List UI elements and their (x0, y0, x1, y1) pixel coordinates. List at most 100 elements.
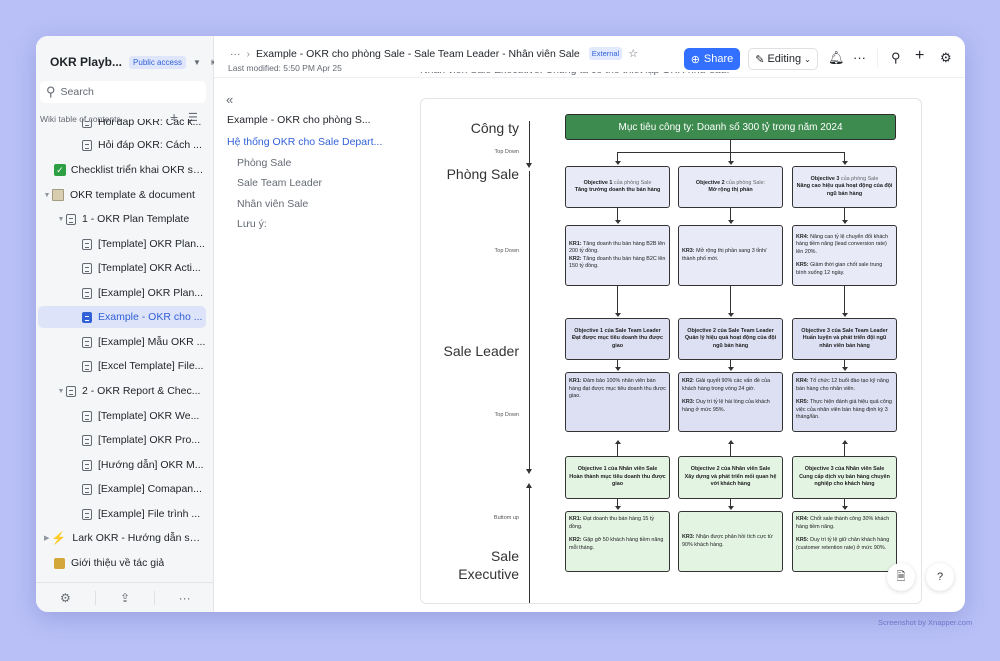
leader-objective-box: Objective 2 của Sale Team Leader Quản lý… (678, 318, 783, 360)
tree-item[interactable]: [Template] OKR Pro... (38, 429, 206, 451)
chevron-right-icon: › (246, 47, 251, 60)
doc-icon (82, 287, 92, 299)
leader-kr-box: KR1: Đảm bảo 100% nhân viên bán hàng đạt… (565, 372, 670, 432)
tree-item[interactable]: ✓ Checklist triển khai OKR sa... (38, 159, 206, 181)
share-label: Share (703, 53, 734, 65)
dept-objective-box: Objective 1 của phòng Sale Tăng trưởng d… (565, 166, 670, 208)
arrow-down-icon (842, 161, 848, 165)
chevron-down-icon[interactable]: ▼ (193, 58, 201, 67)
add-icon[interactable]: + (915, 47, 924, 65)
exec-kr-box: KR3: Nhận được phản hồi tích cực từ 90% … (678, 511, 783, 572)
tree-item[interactable]: [Example] File trình ... (38, 503, 206, 525)
divider (877, 49, 878, 67)
help-icon: ? (936, 571, 944, 583)
expand-arrow-icon[interactable]: ▼ (42, 192, 52, 199)
expand-arrow-icon[interactable]: ▼ (56, 388, 66, 395)
search-box[interactable]: ⚲ (40, 81, 206, 103)
outline-item[interactable]: Lưu ý: (237, 218, 267, 230)
tree-item[interactable]: ▼ 2 - OKR Report & Chec... (38, 380, 206, 402)
direction-line (529, 171, 531, 471)
direction-label: Buttom up (493, 515, 519, 521)
arrow-down-icon (728, 506, 734, 510)
doc-icon (82, 410, 92, 422)
app-window: OKR Playb... Public access ▼ ⇤ ⚲ Wiki ta… (36, 36, 965, 612)
sidebar-header: OKR Playb... Public access ▼ ⇤ (50, 52, 221, 72)
outline-item[interactable]: Example - OKR cho phòng S... (227, 114, 371, 126)
last-modified: Last modified: 5:50 PM Apr 25 (228, 63, 342, 73)
wiki-title[interactable]: OKR Playb... (50, 55, 122, 69)
search-icon: ⚲ (46, 84, 56, 99)
breadcrumb-more-icon[interactable]: ··· (230, 48, 241, 60)
share-button[interactable]: ⊕ Share (684, 48, 740, 70)
expand-arrow-icon[interactable]: ▶ (42, 534, 51, 542)
more-icon[interactable]: ··· (853, 50, 866, 65)
level-label-sale-dept: Phòng Sale (446, 166, 519, 182)
leader-objective-box: Objective 1 của Sale Team Leader Đạt đượ… (565, 318, 670, 360)
doc-icon (82, 434, 92, 446)
tree-item[interactable]: ▶ ⚡ Lark OKR - Hướng dẫn sử d... (38, 527, 206, 549)
tree-item[interactable]: Hỏi đáp OKR: Cách ... (38, 134, 206, 156)
search-icon[interactable]: ⚲ (891, 50, 901, 66)
doc-icon (82, 238, 92, 250)
lightning-icon: ⚡ (51, 531, 67, 545)
share-icon[interactable]: ⇪ (96, 591, 155, 605)
tree-item[interactable]: ▼ 1 - OKR Plan Template (38, 208, 206, 230)
tree-item[interactable]: [Template] OKR Acti... (38, 257, 206, 279)
settings-icon[interactable]: ⚙ (36, 591, 95, 605)
arrow-down-icon (842, 220, 848, 224)
outline-item[interactable]: Sale Team Leader (237, 177, 322, 189)
public-access-badge: Public access (129, 55, 186, 69)
direction-line (529, 121, 531, 165)
pen-icon: ✎ (755, 53, 765, 66)
direction-label: Top Down (494, 412, 519, 418)
outline-item[interactable]: Phòng Sale (237, 157, 291, 169)
arrow-down-icon (842, 367, 848, 371)
doc-icon (82, 360, 92, 372)
tree-item[interactable]: Giới thiệu về tác giả (38, 552, 206, 574)
dept-objective-box: Objective 2 của phòng Sale: Mở rộng thị … (678, 166, 783, 208)
tree-item[interactable]: [Example] OKR Plan... (38, 282, 206, 304)
tree-item[interactable]: [Excel Template] File... (38, 355, 206, 377)
tree-item[interactable]: Hỏi đáp OKR: Các k... (38, 119, 206, 133)
arrow-down-icon (615, 506, 621, 510)
tree-item[interactable]: [Template] OKR We... (38, 405, 206, 427)
more-icon[interactable]: ··· (155, 591, 214, 605)
arrow-down-icon (615, 367, 621, 371)
sidebar-footer: ⚙ ⇪ ··· (36, 582, 214, 612)
doc-title[interactable]: Example - OKR cho phòng Sale - Sale Team… (256, 48, 580, 60)
checkmark-icon: ✓ (54, 164, 66, 176)
search-input[interactable] (60, 86, 191, 98)
wiki-tree: Hỏi đáp OKR: Các k... Hỏi đáp OKR: Cách … (36, 119, 214, 579)
editing-mode-button[interactable]: ✎ Editing ⌄ (748, 48, 818, 70)
doc-icon (66, 213, 76, 225)
person-icon (54, 557, 65, 569)
arrow-down-icon (615, 313, 621, 317)
outline-item-active[interactable]: Hệ thống OKR cho Sale Depart... (227, 136, 382, 148)
tree-item[interactable]: [Example] Comapan... (38, 478, 206, 500)
arrow-down-icon (526, 469, 532, 474)
exec-objective-box: Objective 2 của Nhân viên Sale Xây dựng … (678, 456, 783, 499)
tree-item[interactable]: [Hướng dẫn] OKR M... (38, 454, 206, 476)
bell-icon[interactable]: 🔔︎ (828, 50, 845, 66)
breadcrumb: ··· › Example - OKR cho phòng Sale - Sal… (230, 47, 638, 60)
connector (844, 443, 846, 456)
settings-icon[interactable]: ⚙ (940, 50, 952, 66)
doc-icon (82, 311, 92, 323)
watermark: Screenshot by Xnapper.com (878, 618, 973, 627)
dept-kr-box: KR1: Tăng doanh thu bán hàng B2B lên 200… (565, 225, 670, 286)
arrow-down-icon (842, 506, 848, 510)
tree-item[interactable]: [Template] OKR Plan... (38, 233, 206, 255)
globe-icon: ⊕ (690, 53, 700, 66)
comment-panel-button[interactable]: 🗎 (887, 563, 915, 591)
expand-arrow-icon[interactable]: ▼ (56, 216, 66, 223)
help-button[interactable]: ? (926, 563, 954, 591)
outline-item[interactable]: Nhân viên Sale (237, 198, 308, 210)
leader-kr-box: KR4: Tổ chức 12 buổi đào tạo kỹ năng bán… (792, 372, 897, 432)
sidebar: OKR Playb... Public access ▼ ⇤ ⚲ Wiki ta… (36, 36, 221, 612)
connector (617, 286, 619, 314)
star-icon[interactable]: ☆ (628, 47, 638, 60)
tree-item-active[interactable]: Example - OKR cho ... (38, 306, 206, 328)
tree-item[interactable]: ▼ OKR template & document (38, 184, 206, 206)
collapse-outline-icon[interactable]: « (226, 92, 233, 107)
tree-item[interactable]: [Example] Mẫu OKR ... (38, 331, 206, 353)
